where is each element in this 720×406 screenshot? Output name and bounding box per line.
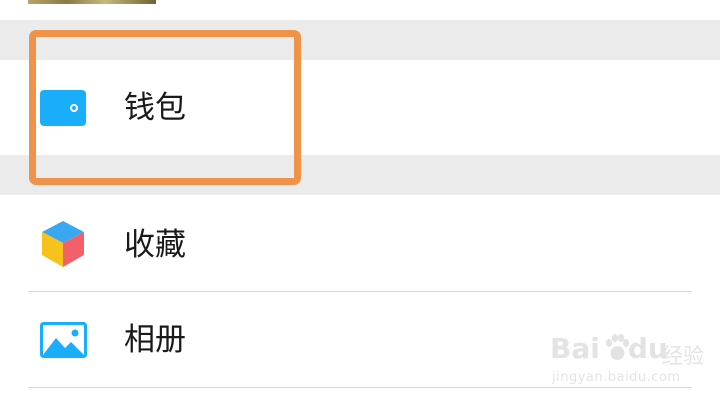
watermark-url: jingyan.baidu.com — [552, 370, 681, 385]
watermark-suffix: 经验 — [662, 344, 704, 368]
avatar-thumbnail[interactable] — [28, 0, 156, 4]
favorites-cube-icon — [42, 221, 84, 267]
paw-icon — [606, 334, 629, 360]
menu-item-album-label: 相册 — [124, 322, 186, 358]
menu-item-favorites[interactable] — [0, 195, 720, 291]
highlight-box — [29, 30, 301, 185]
menu-item-favorites-label: 收藏 — [124, 227, 186, 263]
album-icon — [40, 322, 87, 358]
baidu-jingyan-watermark: Bai du 经验 jingyan.baidu.com — [550, 328, 710, 398]
